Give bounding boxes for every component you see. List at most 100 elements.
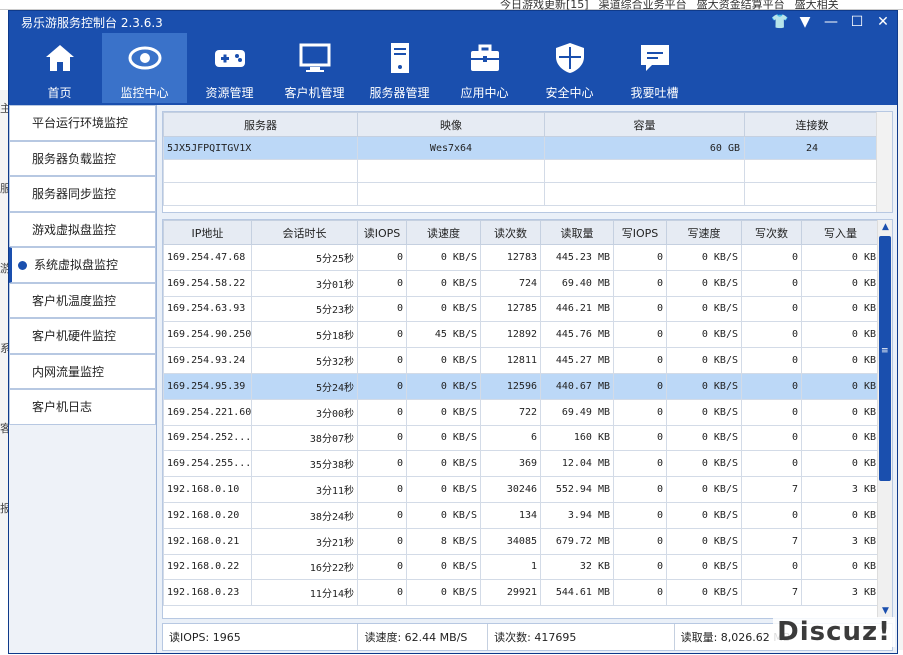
app-window: 易乐游服务控制台 2.3.6.3 👕 ▼ — ☐ ✕ 首页 监控中心 资源管理 客户机管理 服务…: [8, 10, 898, 654]
sidebar-item-7[interactable]: 内网流量监控: [9, 353, 156, 389]
toolbar-button-2[interactable]: 资源管理: [187, 33, 272, 103]
sidebar-item-label: 内网流量监控: [32, 364, 105, 379]
table-cell: 160 KB: [540, 424, 614, 452]
column-header[interactable]: 读速度: [406, 220, 481, 245]
table-cell: 0 KB/S: [406, 244, 481, 271]
column-header[interactable]: IP地址: [163, 220, 252, 245]
column-header[interactable]: 写速度: [666, 220, 742, 245]
column-header[interactable]: 容量: [544, 112, 745, 137]
table-cell: 60 GB: [544, 136, 745, 160]
table-cell: 0 KB: [801, 372, 880, 400]
sidebar-item-1[interactable]: 服务器负载监控: [9, 140, 156, 176]
table-row[interactable]: 169.254.58.22 3分01秒 0 0 KB/S 724 69.40 MB 0 0 K…: [163, 269, 880, 297]
client-table-scrollbar[interactable]: ▲ ≡ ▼: [877, 220, 892, 618]
sidebar-item-3[interactable]: 游戏虚拟盘监控: [9, 211, 156, 247]
column-header[interactable]: 写IOPS: [613, 220, 667, 245]
table-cell: 34085: [480, 527, 541, 555]
table-row[interactable]: 192.168.0.21 3分21秒 0 8 KB/S 34085 679.72 MB 0 0…: [163, 527, 880, 555]
skin-icon[interactable]: 👕: [771, 14, 788, 30]
sidebar-item-0[interactable]: 平台运行环境监控: [9, 105, 156, 141]
table-cell: 0 KB/S: [666, 476, 742, 503]
server-table-scrollbar[interactable]: [876, 112, 892, 212]
table-cell: 0: [357, 244, 407, 271]
toolbar-button-5[interactable]: 应用中心: [442, 33, 527, 103]
toolbar-button-1[interactable]: 监控中心: [102, 33, 187, 103]
table-cell: 0 KB/S: [406, 476, 481, 503]
toolbar-label: 应用中心: [460, 86, 509, 100]
table-cell: 0 KB/S: [666, 553, 742, 581]
table-row[interactable]: 169.254.93.24 5分32秒 0 0 KB/S 12811 445.27 MB 0…: [163, 347, 880, 374]
table-cell: 0 KB/S: [666, 347, 742, 374]
toolbar-button-3[interactable]: 客户机管理: [272, 33, 357, 103]
toolbar-label: 服务器管理: [369, 86, 430, 100]
table-cell: 16分22秒: [251, 553, 358, 581]
table-row[interactable]: 192.168.0.22 16分22秒 0 0 KB/S 1 32 KB 0 0 KB/S 0 0…: [163, 553, 880, 581]
table-row[interactable]: 169.254.90.250 5分18秒 0 45 KB/S 12892 445.76 M…: [163, 321, 880, 349]
table-cell: 0: [613, 553, 667, 581]
table-cell: 445.76 MB: [540, 321, 614, 349]
table-cell: 0 KB/S: [666, 244, 742, 271]
column-header[interactable]: 读IOPS: [357, 220, 407, 245]
server-row[interactable]: 5JX5JFPQITGV1X Wes7x64 60 GB 24: [163, 136, 880, 160]
table-row[interactable]: 169.254.63.93 5分23秒 0 0 KB/S 12785 446.21 MB 0…: [163, 295, 880, 323]
column-header[interactable]: 映像: [357, 112, 545, 137]
table-cell: 12596: [480, 372, 541, 400]
table-cell-empty: [163, 182, 358, 206]
eye-icon: [128, 41, 162, 84]
column-header[interactable]: 读取量: [540, 220, 614, 245]
scroll-down-arrow-icon[interactable]: ▼: [878, 604, 892, 618]
column-header[interactable]: 会话时长: [251, 220, 358, 245]
table-cell: 12.04 MB: [540, 450, 614, 478]
table-row[interactable]: 169.254.255... 35分38秒 0 0 KB/S 369 12.04 MB 0 0…: [163, 450, 880, 478]
scroll-up-arrow-icon[interactable]: ▲: [878, 220, 892, 234]
table-row[interactable]: 192.168.0.20 38分24秒 0 0 KB/S 134 3.94 MB 0 0 KB…: [163, 501, 880, 529]
table-cell: 0 KB/S: [666, 295, 742, 323]
table-cell: 0: [357, 321, 407, 349]
table-cell: 0 KB/S: [666, 372, 742, 400]
table-row[interactable]: 192.168.0.23 11分14秒 0 0 KB/S 29921 544.61 MB 0…: [163, 579, 880, 607]
minimize-icon[interactable]: —: [823, 14, 839, 30]
sidebar-item-label: 游戏虚拟盘监控: [32, 222, 117, 237]
toolbar-button-7[interactable]: 我要吐槽: [612, 33, 697, 103]
table-cell: 0 KB/S: [666, 424, 742, 452]
column-header[interactable]: 读次数: [480, 220, 541, 245]
sidebar-item-8[interactable]: 客户机日志: [9, 389, 156, 425]
server-row-empty: [163, 159, 880, 183]
menu-dropdown-icon[interactable]: ▼: [797, 14, 813, 30]
table-cell: 3分21秒: [251, 527, 358, 555]
table-cell: 3分11秒: [251, 476, 358, 503]
table-row[interactable]: 192.168.0.10 3分11秒 0 0 KB/S 30246 552.94 MB 0 0…: [163, 476, 880, 503]
toolbar-button-6[interactable]: 安全中心: [527, 33, 612, 103]
close-icon[interactable]: ✕: [875, 14, 891, 30]
table-cell: 6: [480, 424, 541, 452]
sidebar-item-4[interactable]: 系统虚拟盘监控: [9, 247, 156, 283]
sidebar-item-2[interactable]: 服务器同步监控: [9, 176, 156, 212]
watermark-logo: Discuz!: [773, 617, 895, 647]
grip-icon: ≡: [881, 346, 889, 356]
column-header[interactable]: 连接数: [744, 112, 880, 137]
table-row[interactable]: 169.254.221.60 3分00秒 0 0 KB/S 722 69.49 MB 0 0 …: [163, 398, 880, 426]
sidebar-item-label: 服务器同步监控: [32, 187, 117, 202]
table-cell: 0 KB/S: [406, 295, 481, 323]
table-cell: 0: [741, 321, 802, 349]
table-row[interactable]: 169.254.47.68 5分25秒 0 0 KB/S 12783 445.23 MB 0…: [163, 244, 880, 271]
table-cell: 169.254.90.250: [163, 321, 252, 349]
sidebar-item-5[interactable]: 客户机温度监控: [9, 282, 156, 318]
maximize-icon[interactable]: ☐: [849, 14, 865, 30]
column-header[interactable]: 服务器: [163, 112, 358, 137]
scroll-thumb[interactable]: ≡: [879, 236, 891, 481]
toolbar-button-4[interactable]: 服务器管理: [357, 33, 442, 103]
table-cell: 169.254.47.68: [163, 244, 252, 271]
column-header[interactable]: 写入量: [801, 220, 880, 245]
table-cell: 0: [357, 476, 407, 503]
table-cell: 0 KB/S: [406, 450, 481, 478]
table-cell: 0: [357, 424, 407, 452]
toolbar-button-0[interactable]: 首页: [17, 33, 102, 103]
sidebar: 平台运行环境监控 服务器负载监控服务器同步监控 游戏虚拟盘监控系统虚拟盘监控 客户机温…: [9, 105, 157, 653]
background-page: 今日游戏更新[15] 渠道综合业务平台 盛大资金结算平台 盛大相关: [0, 0, 903, 11]
sidebar-item-6[interactable]: 客户机硬件监控: [9, 318, 156, 354]
table-row[interactable]: 169.254.95.39 5分24秒 0 0 KB/S 12596 440.67 MB 0…: [163, 372, 880, 400]
column-header[interactable]: 写次数: [741, 220, 802, 245]
toolbar-label: 安全中心: [545, 86, 594, 100]
table-row[interactable]: 169.254.252... 38分07秒 0 0 KB/S 6 160 KB 0 0 KB/…: [163, 424, 880, 452]
